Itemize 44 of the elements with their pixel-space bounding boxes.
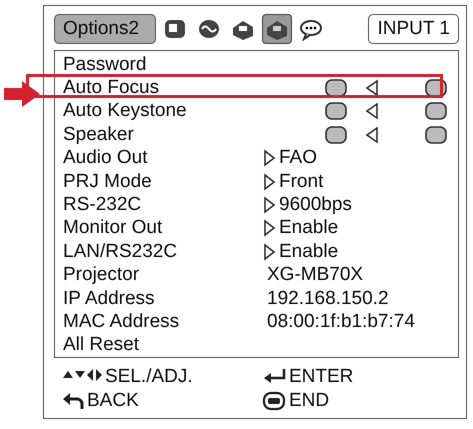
- menu-item[interactable]: Projector: [63, 264, 263, 286]
- menu-item[interactable]: Monitor Out: [63, 217, 263, 240]
- right-arrow-icon: [263, 172, 276, 191]
- key-hint: SEL./ADJ.: [105, 366, 193, 388]
- menu-item[interactable]: Auto Keystone: [63, 100, 263, 122]
- toggle-icon: [325, 78, 347, 98]
- back-icon: [62, 391, 84, 411]
- menu-title: Options2: [54, 14, 156, 44]
- menu-item[interactable]: Auto Focus: [63, 77, 263, 99]
- setting-value: 08:00:1f:b1:b7:74: [267, 310, 415, 333]
- toggle-icon: [425, 101, 447, 122]
- setting-value: 192.168.150.2: [267, 288, 389, 310]
- setting-value: Front: [279, 170, 324, 193]
- setting-value: XG-MB70X: [267, 264, 364, 286]
- pointer-arrow-icon: [4, 81, 40, 108]
- menu-item[interactable]: MAC Address: [63, 310, 263, 333]
- toggle-icon: [325, 101, 347, 122]
- menu-item[interactable]: Password: [63, 54, 263, 76]
- menu-item[interactable]: LAN/RS232C: [63, 240, 263, 263]
- left-arrow-icon: [365, 102, 381, 120]
- menu-item[interactable]: All Reset: [63, 334, 263, 356]
- key-hint: END: [289, 390, 330, 412]
- setting-value: Enable: [279, 217, 338, 240]
- key-hint: ENTER: [289, 366, 354, 388]
- right-arrow-icon: [263, 219, 276, 238]
- setting-value: 9600bps: [279, 194, 352, 216]
- key-hint: BACK: [87, 390, 139, 412]
- right-arrow-icon: [263, 196, 276, 214]
- input-label: INPUT 1: [368, 14, 459, 44]
- menu-item[interactable]: Audio Out: [63, 147, 263, 170]
- menu-tab[interactable]: [262, 14, 292, 44]
- end-button-icon: [262, 391, 286, 411]
- menu-item[interactable]: IP Address: [63, 288, 263, 310]
- right-arrow-icon: [263, 242, 276, 261]
- menu-item[interactable]: PRJ Mode: [63, 170, 263, 193]
- left-arrow-icon: [365, 79, 381, 97]
- menu-item[interactable]: Speaker: [63, 124, 263, 146]
- right-arrow-icon: [263, 149, 276, 168]
- toggle-icon: [425, 124, 447, 145]
- setting-value: Enable: [279, 240, 338, 263]
- left-arrow-icon: [365, 126, 381, 144]
- menu-item[interactable]: RS-232C: [63, 194, 263, 216]
- toggle-icon: [325, 124, 347, 145]
- setting-value: FAO: [279, 147, 318, 170]
